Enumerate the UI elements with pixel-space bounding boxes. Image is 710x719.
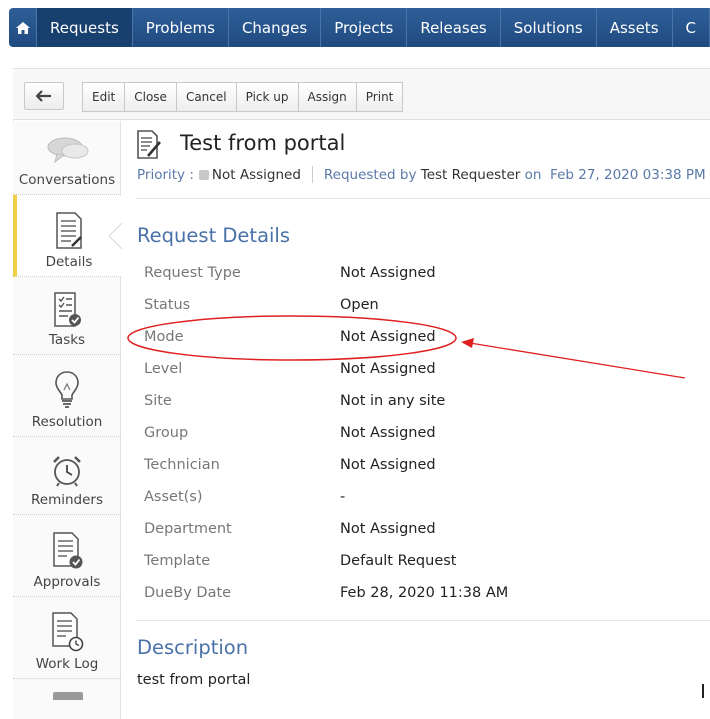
tab-details[interactable]: Details <box>13 195 121 277</box>
description-heading: Description <box>137 636 249 659</box>
tab-reminders[interactable]: Reminders <box>13 437 121 515</box>
requested-by-label: Requested by <box>323 166 417 183</box>
field-value: Feb 28, 2020 11:38 AM <box>340 585 509 601</box>
request-document-icon <box>137 130 161 159</box>
nav-changes[interactable]: Changes <box>229 8 322 47</box>
field-label: Technician <box>144 457 220 473</box>
field-label: Request Type <box>144 265 241 281</box>
priority-label: Priority : <box>137 166 194 183</box>
active-tab-pointer <box>108 223 122 249</box>
back-button[interactable] <box>24 82 64 110</box>
nav-problems[interactable]: Problems <box>133 8 229 47</box>
field-label: Group <box>144 425 189 441</box>
request-meta: Priority : Not Assigned Requested by Tes… <box>137 166 706 183</box>
field-label: Template <box>144 553 211 569</box>
tab-conversations[interactable]: Conversations <box>13 121 121 195</box>
home-icon <box>15 21 30 34</box>
tab-label: Tasks <box>48 332 86 348</box>
priority-color-swatch <box>198 169 209 180</box>
document-check-icon <box>53 532 83 569</box>
field-value: Default Request <box>340 553 457 569</box>
field-value: Not Assigned <box>340 265 436 281</box>
field-label: Department <box>144 521 232 537</box>
field-label: Asset(s) <box>144 489 203 505</box>
tab-label: Approvals <box>33 574 101 590</box>
field-value: Not Assigned <box>340 521 436 537</box>
field-value: Not Assigned <box>340 361 436 377</box>
priority-value[interactable]: Not Assigned <box>212 167 301 183</box>
nav-requests[interactable]: Requests <box>37 8 133 47</box>
description-text: test from portal <box>137 672 251 688</box>
text-cursor <box>702 684 704 698</box>
tab-resolution[interactable]: Resolution <box>13 355 121 437</box>
field-value: Not in any site <box>340 393 446 409</box>
side-tabs: Conversations Details Tasks Resolution R… <box>13 121 121 719</box>
tab-label: Reminders <box>31 492 103 508</box>
toolbar-button-group: Edit Close Cancel Pick up Assign Print <box>82 82 404 112</box>
tab-label: Resolution <box>31 414 103 430</box>
top-navigation: Requests Problems Changes Projects Relea… <box>9 8 710 47</box>
tab-label: Work Log <box>35 656 99 672</box>
speech-bubbles-icon <box>47 137 89 164</box>
document-icon <box>56 212 82 249</box>
nav-releases[interactable]: Releases <box>407 8 501 47</box>
nav-more[interactable]: C <box>673 8 710 47</box>
next-tab-icon-peek <box>53 692 83 700</box>
nav-projects[interactable]: Projects <box>321 8 408 47</box>
requester-name[interactable]: Test Requester <box>421 167 521 183</box>
divider <box>136 620 710 621</box>
home-button[interactable] <box>9 8 38 47</box>
cancel-button[interactable]: Cancel <box>176 82 237 112</box>
request-details-heading: Request Details <box>137 224 291 247</box>
field-label: Level <box>144 361 183 377</box>
edit-button[interactable]: Edit <box>82 82 126 112</box>
field-label: Status <box>144 297 191 313</box>
field-value: - <box>340 489 346 505</box>
tab-approvals[interactable]: Approvals <box>13 515 121 597</box>
field-label: DueBy Date <box>144 585 232 601</box>
checklist-icon <box>54 292 81 327</box>
close-button[interactable]: Close <box>125 82 177 112</box>
field-value: Not Assigned <box>340 329 436 345</box>
pick-up-button[interactable]: Pick up <box>236 82 299 112</box>
field-value: Open <box>340 297 379 313</box>
request-title: Test from portal <box>180 131 346 155</box>
divider <box>136 198 710 199</box>
assign-button[interactable]: Assign <box>298 82 357 112</box>
tab-work-log[interactable]: Work Log <box>13 597 121 679</box>
field-value: Not Assigned <box>340 425 436 441</box>
field-value: Not Assigned <box>340 457 436 473</box>
tab-label: Details <box>45 254 93 270</box>
lightbulb-icon <box>55 371 79 408</box>
field-label: Mode <box>144 329 184 345</box>
on-label: on <box>524 166 542 183</box>
request-main <box>122 121 710 719</box>
arrow-left-icon <box>36 90 51 102</box>
meta-separator <box>311 166 313 183</box>
nav-solutions[interactable]: Solutions <box>501 8 597 47</box>
request-date: Feb 27, 2020 03:38 PM <box>550 166 706 183</box>
print-button[interactable]: Print <box>356 82 404 112</box>
nav-assets[interactable]: Assets <box>597 8 673 47</box>
tab-tasks[interactable]: Tasks <box>13 277 121 355</box>
tab-label: Conversations <box>18 172 116 188</box>
alarm-clock-icon <box>53 456 81 487</box>
document-clock-icon <box>52 612 84 652</box>
field-label: Site <box>144 393 172 409</box>
